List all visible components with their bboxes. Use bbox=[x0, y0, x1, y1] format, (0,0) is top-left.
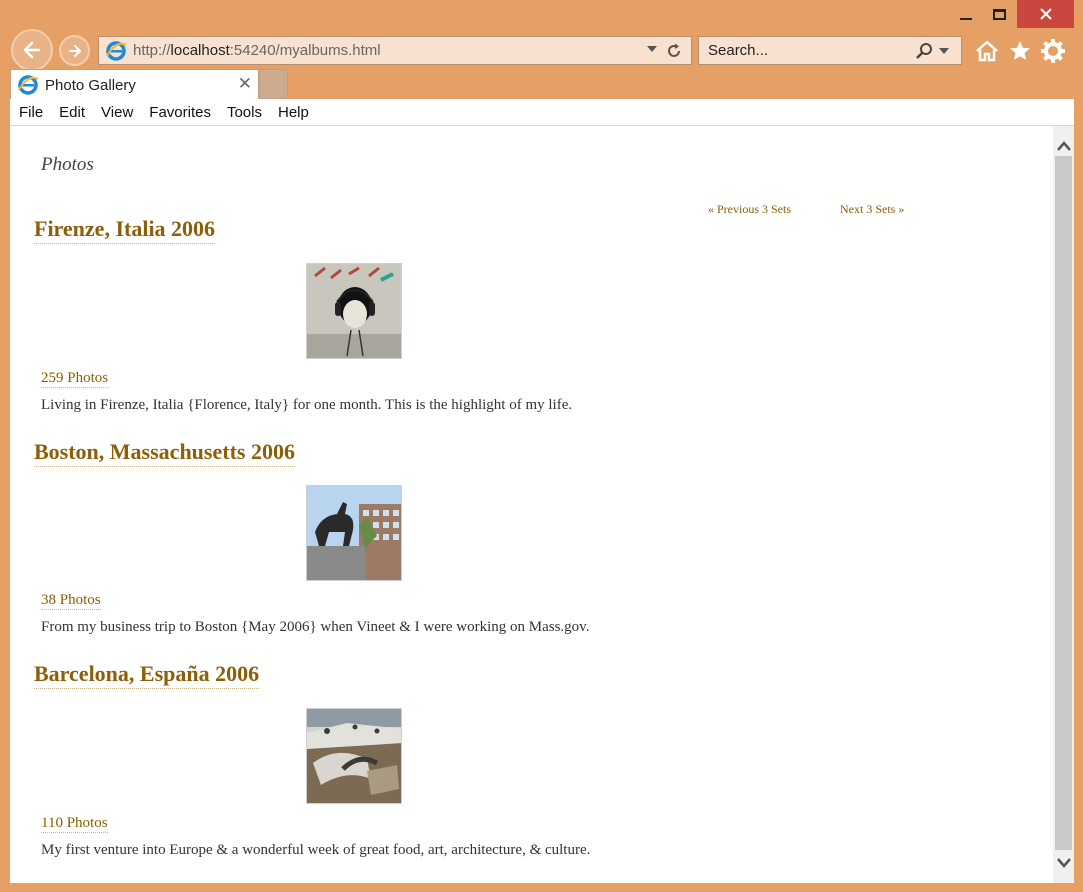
album-count-barcelona[interactable]: 110 Photos bbox=[41, 815, 108, 833]
address-url: http://localhost:54240/myalbums.html bbox=[133, 42, 381, 59]
album-thumbnail-firenze[interactable] bbox=[306, 263, 402, 359]
scrollbar-thumb[interactable] bbox=[1055, 156, 1072, 850]
tools-button[interactable] bbox=[1039, 37, 1067, 65]
gear-icon bbox=[1041, 39, 1065, 63]
album-title-barcelona[interactable]: Barcelona, España 2006 bbox=[34, 661, 260, 689]
minimize-icon bbox=[960, 18, 972, 20]
address-bar[interactable]: http://localhost:54240/myalbums.html bbox=[98, 36, 692, 65]
scroll-down-button[interactable] bbox=[1053, 849, 1074, 877]
page-viewport: Photos « Previous 3 Sets Next 3 Sets » F… bbox=[10, 126, 1074, 883]
album-description-boston: From my business trip to Boston {May 200… bbox=[41, 619, 590, 635]
close-window-button[interactable] bbox=[1017, 0, 1074, 28]
close-icon bbox=[1039, 8, 1052, 20]
menu-edit[interactable]: Edit bbox=[59, 104, 85, 121]
home-icon bbox=[976, 40, 998, 62]
menu-favorites[interactable]: Favorites bbox=[149, 104, 211, 121]
tab-photo-gallery[interactable]: Photo Gallery ✕ bbox=[10, 69, 259, 100]
album-count-firenze[interactable]: 259 Photos bbox=[41, 370, 109, 388]
menu-file[interactable]: File bbox=[19, 104, 43, 121]
album-count-boston[interactable]: 38 Photos bbox=[41, 592, 101, 610]
previous-sets-link[interactable]: « Previous 3 Sets bbox=[708, 202, 791, 217]
browser-window: http://localhost:54240/myalbums.html Sea… bbox=[0, 0, 1083, 892]
minimize-button[interactable] bbox=[950, 0, 982, 28]
arrow-left-icon bbox=[23, 41, 41, 59]
album-description-firenze: Living in Firenze, Italia {Florence, Ita… bbox=[41, 397, 573, 413]
home-button[interactable] bbox=[973, 37, 1001, 65]
chevron-down-icon bbox=[1056, 858, 1071, 868]
page-content: Photos « Previous 3 Sets Next 3 Sets » F… bbox=[10, 126, 1053, 883]
chevron-up-icon bbox=[1056, 141, 1071, 151]
refresh-button[interactable] bbox=[663, 40, 685, 62]
search-input[interactable]: Search... bbox=[708, 42, 768, 59]
favorites-button[interactable] bbox=[1006, 37, 1034, 65]
album-description-barcelona: My first venture into Europe & a wonderf… bbox=[41, 842, 591, 858]
forward-button[interactable] bbox=[59, 35, 90, 66]
star-icon bbox=[1010, 41, 1030, 60]
new-tab-button[interactable] bbox=[259, 69, 288, 99]
menu-help[interactable]: Help bbox=[278, 104, 309, 121]
album-thumbnail-boston[interactable] bbox=[306, 485, 402, 581]
next-sets-link[interactable]: Next 3 Sets » bbox=[840, 202, 904, 217]
page-title: Photos bbox=[41, 154, 94, 175]
search-icon[interactable] bbox=[915, 41, 935, 66]
close-tab-icon[interactable]: ✕ bbox=[238, 74, 252, 94]
menu-tools[interactable]: Tools bbox=[227, 104, 262, 121]
search-dropdown-icon[interactable] bbox=[939, 48, 949, 54]
maximize-icon bbox=[992, 8, 1006, 20]
ie-logo-icon bbox=[105, 40, 127, 62]
album-thumbnail-barcelona[interactable] bbox=[306, 708, 402, 804]
refresh-icon bbox=[668, 43, 680, 57]
arrow-right-icon bbox=[68, 44, 81, 57]
tab-title: Photo Gallery bbox=[45, 76, 136, 94]
menu-view[interactable]: View bbox=[101, 104, 133, 121]
album-title-firenze[interactable]: Firenze, Italia 2006 bbox=[34, 216, 216, 244]
maximize-button[interactable] bbox=[982, 0, 1016, 28]
address-dropdown-icon[interactable] bbox=[647, 46, 657, 52]
menu-bar: File Edit View Favorites Tools Help bbox=[10, 99, 1074, 126]
search-box[interactable]: Search... bbox=[698, 36, 962, 65]
album-title-boston[interactable]: Boston, Massachusetts 2006 bbox=[34, 439, 295, 467]
vertical-scrollbar[interactable] bbox=[1053, 126, 1074, 883]
back-button[interactable] bbox=[11, 29, 53, 71]
tab-ie-icon bbox=[17, 74, 39, 96]
